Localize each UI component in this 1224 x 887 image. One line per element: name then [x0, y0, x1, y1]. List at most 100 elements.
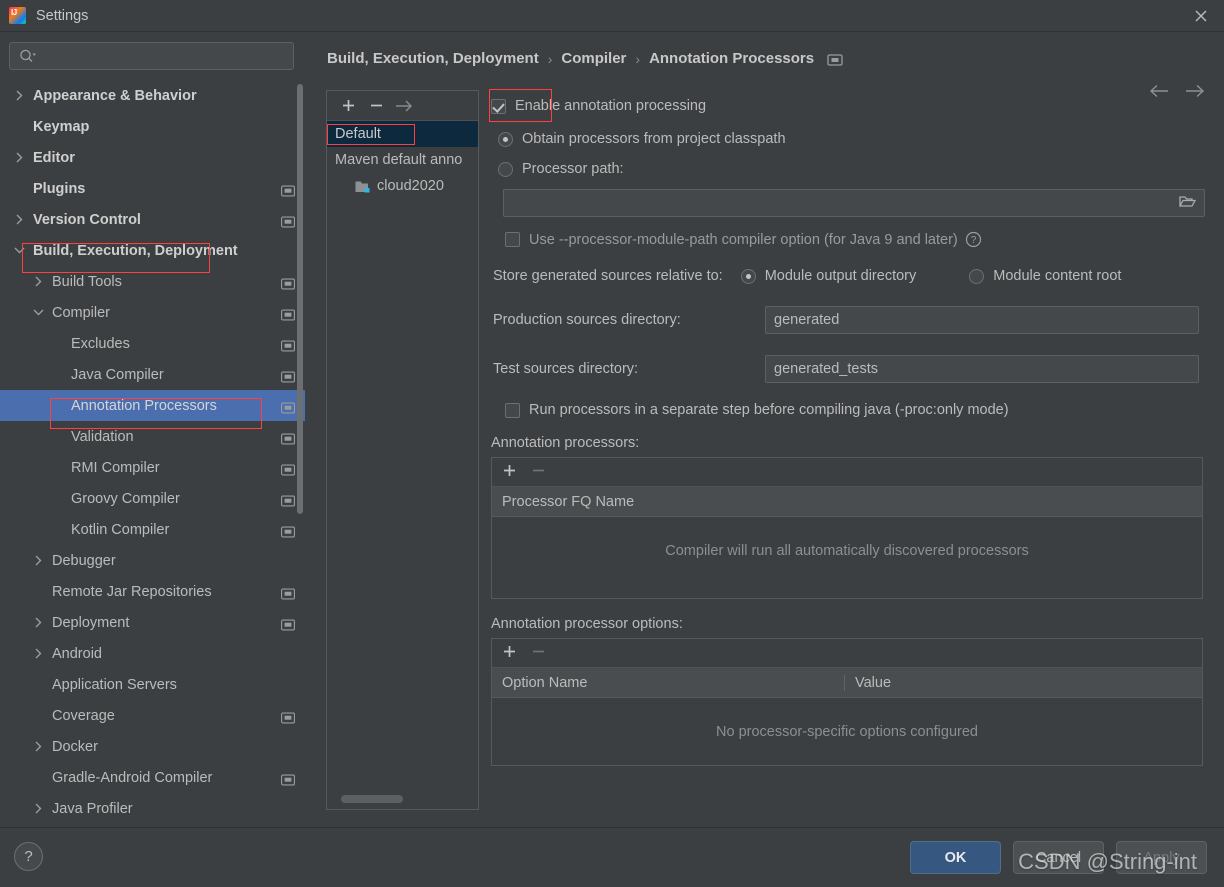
breadcrumb-item-2: Annotation Processors — [649, 50, 814, 67]
breadcrumb-item-0[interactable]: Build, Execution, Deployment — [327, 50, 539, 67]
annotation-processors-table: Processor FQ Name Compiler will run all … — [491, 457, 1203, 599]
help-button[interactable]: ? — [14, 842, 43, 871]
module-row-label: cloud2020 — [377, 178, 444, 194]
sidebar-item-deployment[interactable]: Deployment — [0, 607, 305, 638]
sidebar-item-keymap[interactable]: Keymap — [0, 111, 305, 142]
chevron-right-icon[interactable] — [30, 803, 46, 814]
help-circle-icon[interactable]: ? — [965, 231, 982, 248]
sidebar-item-gradle-android-compiler[interactable]: Gradle-Android Compiler — [0, 762, 305, 793]
project-scope-icon — [281, 183, 295, 194]
module-content-root-radio[interactable] — [969, 269, 984, 284]
processor-path-radio[interactable] — [498, 162, 513, 177]
production-sources-input[interactable]: generated — [765, 306, 1199, 334]
chevron-right-icon[interactable] — [30, 741, 46, 752]
column-header-option-name[interactable]: Option Name — [492, 675, 845, 691]
chevron-right-icon[interactable] — [30, 617, 46, 628]
plus-icon[interactable] — [502, 463, 517, 481]
module-output-directory-radio[interactable] — [741, 269, 756, 284]
run-separate-step-checkbox[interactable] — [505, 403, 520, 418]
search-input[interactable] — [9, 42, 294, 70]
sidebar-item-coverage[interactable]: Coverage — [0, 700, 305, 731]
sidebar-item-label: Version Control — [33, 212, 141, 228]
module-row-maven-default-anno[interactable]: Maven default anno — [327, 147, 478, 173]
sidebar-item-version-control[interactable]: Version Control — [0, 204, 305, 235]
sidebar-item-label: Docker — [52, 739, 98, 755]
use-processor-module-path-row[interactable]: Use --processor-module-path compiler opt… — [505, 231, 1211, 248]
plus-icon[interactable] — [502, 644, 517, 662]
enable-annotation-processing-checkbox[interactable] — [491, 99, 506, 114]
chevron-right-icon[interactable] — [11, 152, 27, 163]
processors-table-toolbar — [492, 458, 1202, 487]
sidebar-item-editor[interactable]: Editor — [0, 142, 305, 173]
chevron-down-icon[interactable] — [11, 246, 27, 255]
module-list-horizontal-scrollbar[interactable] — [341, 795, 403, 803]
chevron-right-icon[interactable] — [30, 555, 46, 566]
sidebar-item-build-execution-deployment[interactable]: Build, Execution, Deployment — [0, 235, 305, 266]
sidebar-item-java-profiler[interactable]: Java Profiler — [0, 793, 305, 824]
sidebar-item-rmi-compiler[interactable]: RMI Compiler — [0, 452, 305, 483]
close-icon[interactable] — [1178, 0, 1224, 32]
search-container — [0, 32, 305, 70]
column-header-processor-fq-name[interactable]: Processor FQ Name — [492, 494, 634, 510]
sidebar-item-appearance-behavior[interactable]: Appearance & Behavior — [0, 80, 305, 111]
column-header-value[interactable]: Value — [845, 675, 891, 691]
sidebar-item-label: Keymap — [33, 119, 89, 135]
project-scope-icon — [281, 524, 295, 535]
sidebar-item-kotlin-compiler[interactable]: Kotlin Compiler — [0, 514, 305, 545]
chevron-down-icon[interactable] — [30, 308, 46, 317]
apply-button[interactable]: Apply — [1116, 841, 1207, 874]
folder-browse-icon[interactable] — [1179, 194, 1196, 212]
module-row-cloud2020[interactable]: cloud2020 — [327, 173, 478, 199]
chevron-right-icon[interactable] — [11, 214, 27, 225]
obtain-from-classpath-label: Obtain processors from project classpath — [522, 131, 786, 147]
sidebar-item-excludes[interactable]: Excludes — [0, 328, 305, 359]
breadcrumb-item-1[interactable]: Compiler — [561, 50, 626, 67]
obtain-from-classpath-radio[interactable] — [498, 132, 513, 147]
sidebar-item-debugger[interactable]: Debugger — [0, 545, 305, 576]
processors-table-empty-message: Compiler will run all automatically disc… — [665, 543, 1028, 559]
chevron-right-icon[interactable] — [30, 276, 46, 287]
chevron-right-icon[interactable] — [30, 648, 46, 659]
module-row-default[interactable]: Default — [327, 121, 478, 147]
test-sources-row: Test sources directory: generated_tests — [493, 355, 1211, 383]
sidebar-item-application-servers[interactable]: Application Servers — [0, 669, 305, 700]
use-processor-module-path-checkbox[interactable] — [505, 232, 520, 247]
sidebar-item-docker[interactable]: Docker — [0, 731, 305, 762]
processor-path-input[interactable] — [503, 189, 1205, 217]
sidebar-item-remote-jar-repositories[interactable]: Remote Jar Repositories — [0, 576, 305, 607]
svg-text:?: ? — [970, 235, 976, 246]
minus-icon — [531, 463, 546, 481]
processor-path-row[interactable]: Processor path: — [498, 161, 1211, 177]
project-scope-icon — [281, 214, 295, 225]
plus-icon[interactable] — [336, 94, 360, 118]
sidebar-item-build-tools[interactable]: Build Tools — [0, 266, 305, 297]
sidebar-item-label: RMI Compiler — [71, 460, 160, 476]
module-list-panel: Default Maven default anno cloud2020 — [326, 90, 479, 810]
module-row-label: Maven default anno — [335, 152, 462, 168]
ok-button[interactable]: OK — [910, 841, 1001, 874]
sidebar-item-groovy-compiler[interactable]: Groovy Compiler — [0, 483, 305, 514]
sidebar-item-plugins[interactable]: Plugins — [0, 173, 305, 204]
cancel-button[interactable]: Cancel — [1013, 841, 1104, 874]
run-separate-step-row[interactable]: Run processors in a separate step before… — [505, 402, 1211, 418]
sidebar-scrollbar-thumb[interactable] — [297, 84, 303, 514]
test-sources-input[interactable]: generated_tests — [765, 355, 1199, 383]
use-processor-module-path-label: Use --processor-module-path compiler opt… — [529, 232, 958, 248]
enable-annotation-processing-row[interactable]: Enable annotation processing — [491, 98, 1211, 114]
dialog-actions: OK Cancel Apply — [910, 841, 1207, 874]
sidebar-item-label: Editor — [33, 150, 75, 166]
sidebar-item-java-compiler[interactable]: Java Compiler — [0, 359, 305, 390]
project-scope-icon — [281, 710, 295, 721]
sidebar-item-validation[interactable]: Validation — [0, 421, 305, 452]
sidebar-item-label: Excludes — [71, 336, 130, 352]
sidebar-item-annotation-processors[interactable]: Annotation Processors — [0, 390, 305, 421]
project-scope-icon — [281, 307, 295, 318]
sidebar-item-compiler[interactable]: Compiler — [0, 297, 305, 328]
arrow-right-icon[interactable] — [392, 94, 416, 118]
chevron-right-icon[interactable] — [11, 90, 27, 101]
minus-icon[interactable] — [364, 94, 388, 118]
sidebar-item-android[interactable]: Android — [0, 638, 305, 669]
store-generated-sources-row: Store generated sources relative to: Mod… — [493, 268, 1211, 284]
obtain-from-classpath-row[interactable]: Obtain processors from project classpath — [498, 131, 1211, 147]
sidebar-item-label: Build, Execution, Deployment — [33, 243, 238, 259]
